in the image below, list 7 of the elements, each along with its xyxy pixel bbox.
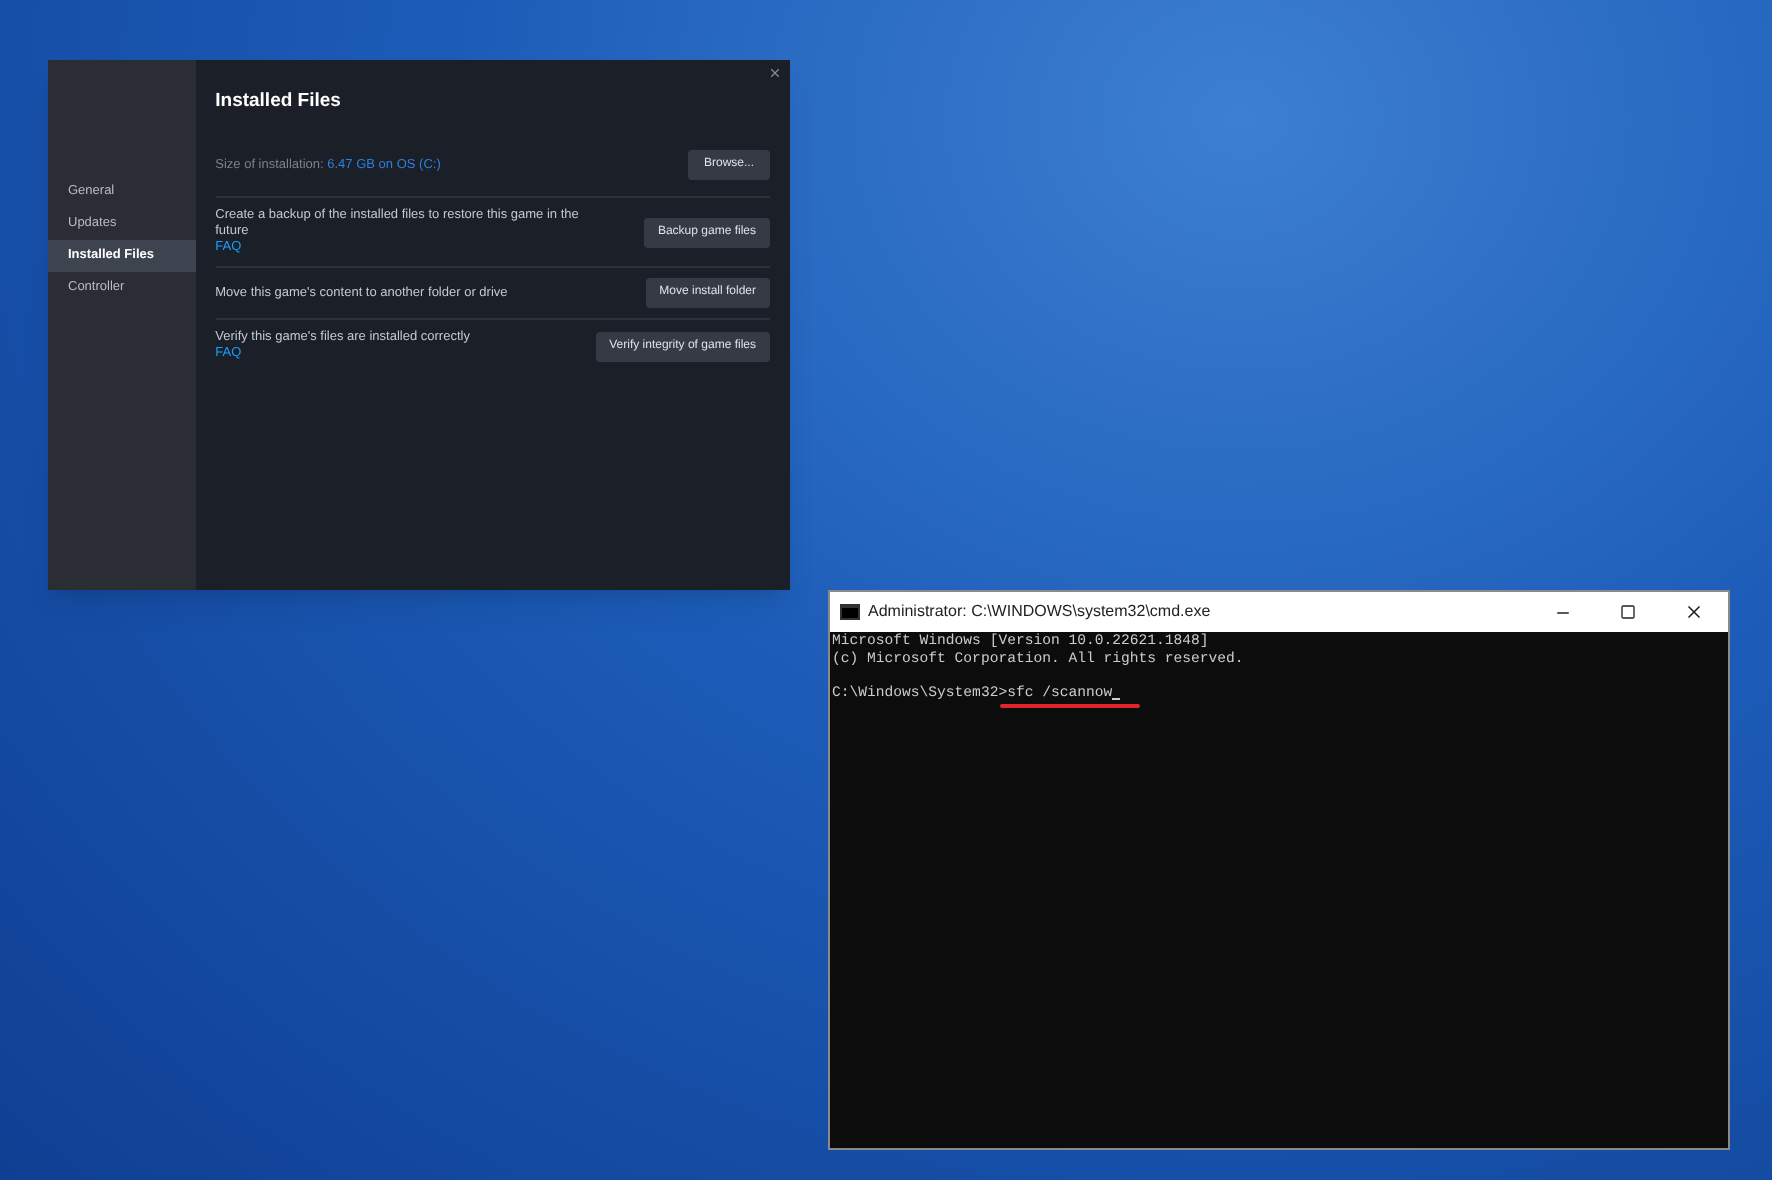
underline-mark (1000, 704, 1140, 707)
cursor (1112, 697, 1121, 700)
close-icon[interactable] (1684, 602, 1704, 622)
page-title: Installed Files (215, 88, 343, 116)
window-title: Administrator: C:\WINDOWS\system32\cmd.exe (868, 600, 1211, 624)
terminal-icon (840, 604, 860, 620)
maximize-icon[interactable] (1620, 604, 1636, 620)
